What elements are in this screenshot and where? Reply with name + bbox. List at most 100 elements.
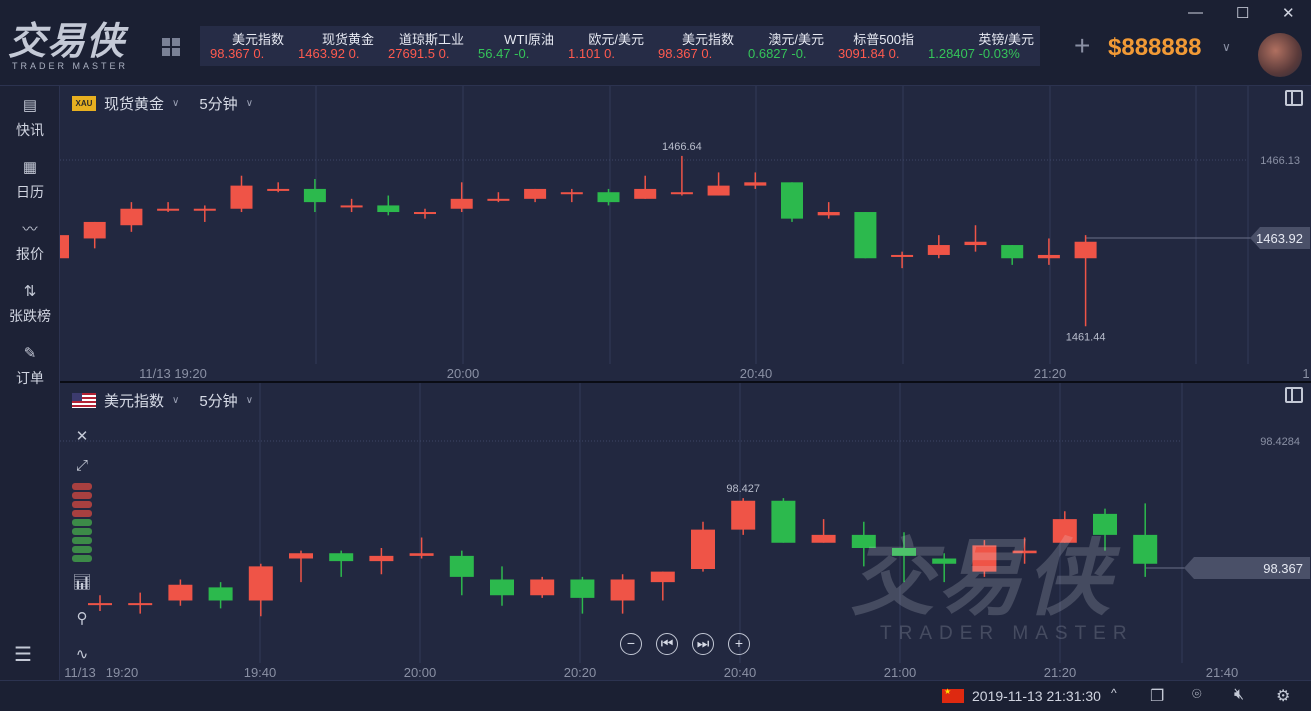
clock: 2019-11-13 21:31:30 [972,688,1101,704]
scroll-end-button[interactable]: ⏭ [692,633,714,655]
grid-menu-icon[interactable] [162,38,180,56]
camera-icon[interactable]: ⌾ [1192,686,1202,704]
candle-body [530,579,555,596]
candle-body [248,566,273,601]
mute-icon[interactable]: 🔇︎ [1234,686,1244,704]
ref-level-label: 98.4284 [1260,436,1300,448]
time-label: 11/13 19:20 [139,366,207,381]
candle-body [707,185,730,196]
avatar[interactable] [1258,33,1302,77]
candle-body [691,529,715,569]
sidebar-item-calendar[interactable]: ▦ 日历 [0,160,60,202]
candle-body [369,555,394,562]
high-label: 98.427 [726,483,760,495]
ticker-item[interactable]: 澳元/美元 0.6827 -0. [738,26,828,66]
ticker-value: 3091.84 0. [838,46,900,61]
candle-body [120,208,143,226]
time-axis: 11/13 19:20 20:00 20:40 21:20 1 [139,366,1309,381]
candle-body [208,587,233,601]
sidebar-item-label: 快讯 [16,122,44,138]
low-label: 1461.44 [1066,331,1106,343]
time-label: 21:00 [884,665,917,680]
candle-body [610,579,635,601]
indicator-icon[interactable]: 📊︎ [70,573,94,591]
account-balance[interactable]: $888888 [1108,34,1201,62]
chevron-down-icon[interactable]: ∨ [1222,40,1231,54]
candle-body [1074,241,1097,259]
candle-body [892,548,916,556]
candle-body [524,188,547,199]
chart-panel-usdx: 美元指数 ∨ 5分钟 ∨ 98.427 98.4284 98.367 11/13… [60,383,1311,680]
app-window: 交易侠 TRADER MASTER 美元指数 98.367 0. 现货黄金 1463.… [0,0,1311,711]
time-label: 20:40 [724,665,757,680]
window-icon[interactable]: ❐ [1150,686,1164,706]
high-label: 1466.64 [662,141,702,153]
ticker-item[interactable]: 美元指数 98.367 0. [648,26,738,66]
ticker-value: 1.101 0. [568,46,615,61]
candle-body [289,553,313,559]
ticker-value: 98.367 0. [658,46,713,61]
candle-body [744,182,767,186]
sidebar-item-quote[interactable]: 〰 报价 [0,222,60,264]
ticker-item[interactable]: 现货黄金 1463.92 0. [288,26,378,66]
candle-body [597,192,620,203]
scroll-start-button[interactable]: ⏮ [656,633,678,655]
candle-body [1093,513,1117,535]
logo-main: 交易侠 [8,19,126,63]
candle-body [1012,550,1037,554]
app-logo: 交易侠 TRADER MASTER [8,22,148,78]
calendar-icon: ▦ [22,159,38,176]
candles [60,155,1097,327]
chart-nav-controls: − ⏮ ⏭ + [620,633,750,655]
candle-body [817,212,840,216]
time-label: 21:40 [1206,665,1239,680]
wave-icon[interactable]: ∿ [70,645,94,663]
candle-body [854,212,877,259]
minimize-button[interactable]: — [1188,4,1203,21]
sidebar-item-label: 日历 [16,184,44,200]
candle-body [650,571,675,583]
candle-body [851,534,876,548]
sidebar-item-news[interactable]: ▤ 快讯 [0,98,60,140]
ticker-item[interactable]: 道琼斯工业 27691.5 0. [378,26,468,66]
sidebar-item-rank[interactable]: ⇅ 张跌榜 [0,284,60,326]
close-button[interactable]: ✕ [1282,4,1295,22]
candle-body [449,555,474,577]
time-label: 21:20 [1034,366,1067,381]
candle-body [83,221,106,239]
current-price: 98.367 [1263,561,1303,576]
time-label: 20:20 [564,665,597,680]
candle-body [60,235,69,259]
sidebar-menu-icon[interactable]: ☰ [14,642,32,667]
zoom-in-button[interactable]: + [728,633,750,655]
candle-body [168,584,193,601]
zoom-out-button[interactable]: − [620,633,642,655]
close-icon[interactable]: ✕ [70,427,94,445]
header-bar: 交易侠 TRADER MASTER 美元指数 98.367 0. 现货黄金 1463.… [0,0,1311,86]
candle-body [409,553,434,556]
candle-body [329,553,354,562]
candle-body [570,579,595,598]
time-label: 1 [1302,366,1309,381]
ticker-value: 1463.92 0. [298,46,360,61]
candlestick-chart-gold[interactable]: 1466.64 1461.44 1466.13 1463.92 11/13 19… [60,86,1311,381]
drawing-tool-icon[interactable]: ⚲ [70,609,94,627]
expand-icon[interactable]: ⤢ [70,457,94,474]
maximize-button[interactable]: ☐ [1236,4,1249,22]
gear-icon[interactable]: ⚙ [1276,686,1290,706]
sidebar-item-label: 张跌榜 [9,308,51,324]
ticker-item[interactable]: 英镑/美元 1.28407 -0.03% [918,26,1038,66]
candle-body [267,188,290,191]
ticker-item[interactable]: 欧元/美元 1.101 0. [558,26,648,66]
candle-body [450,198,473,209]
candle-body [932,558,957,564]
sidebar-item-orders[interactable]: ✎ 订单 [0,346,60,388]
add-icon[interactable]: + [1074,30,1090,62]
ticker-item[interactable]: WTI原油 56.47 -0. [468,26,558,66]
chevron-up-icon[interactable]: ^ [1111,686,1117,700]
ticker-item[interactable]: 美元指数 98.367 0. [200,26,288,66]
strength-meter [72,483,92,567]
candle-body [771,500,796,543]
ticker-item[interactable]: 标普500指 3091.84 0. [828,26,918,66]
candle-body [1133,534,1158,564]
